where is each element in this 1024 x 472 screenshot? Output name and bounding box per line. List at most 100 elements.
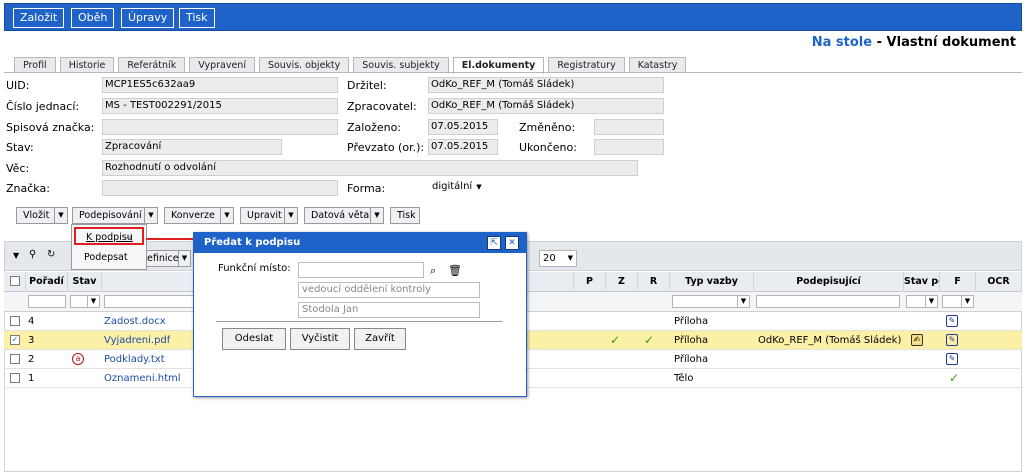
tab-historie[interactable]: Historie: [59, 57, 115, 73]
tab-divider: [4, 72, 1022, 73]
konverze-button[interactable]: Konverze ▼: [164, 207, 234, 224]
col-r[interactable]: R: [638, 272, 670, 292]
tab-souvis-objekty[interactable]: Souvis. objekty: [258, 57, 350, 73]
row-checkbox[interactable]: [10, 316, 20, 326]
vec-label: Věc:: [6, 162, 30, 175]
search-icon[interactable]: ⚲: [29, 249, 36, 260]
page-size-select[interactable]: 20 ▼: [539, 250, 577, 267]
close-icon[interactable]: ✕: [505, 236, 519, 250]
dropdown-arrow-icon[interactable]: ▼: [220, 208, 233, 223]
vlozit-button[interactable]: Vložit ▼: [16, 207, 68, 224]
check-icon: ✓: [644, 333, 655, 347]
ukonceno-label: Ukončeno:: [519, 141, 577, 154]
ukonceno-field: [594, 139, 664, 155]
chevron-down-icon: ▼: [925, 296, 937, 307]
dialog-title: Předat k podpisu: [194, 233, 526, 253]
row-poradi: 4: [28, 316, 35, 327]
select-all-checkbox[interactable]: [10, 276, 20, 286]
menu-item-podepsat[interactable]: Podepsat: [74, 249, 144, 267]
menu-item-k-podpisu[interactable]: K podpisu ☝: [74, 227, 144, 245]
znacka-field: [102, 180, 338, 196]
forma-select[interactable]: digitální ▼: [432, 180, 482, 194]
tisk-action-button[interactable]: Tisk: [390, 207, 420, 224]
col-poradi[interactable]: Pořadí: [26, 272, 68, 292]
trash-icon[interactable]: 🗑: [448, 264, 462, 277]
filter-poradi[interactable]: [28, 295, 66, 308]
row-nazev-link[interactable]: Zadost.docx: [104, 312, 166, 331]
edit-icon[interactable]: ✎: [946, 331, 958, 350]
col-stav-po[interactable]: Stav po: [904, 272, 940, 292]
filter-f[interactable]: ▼: [942, 295, 974, 308]
prevzato-label: Převzato (or.):: [347, 141, 425, 154]
row-typ-vazby: Příloha: [674, 354, 709, 365]
col-p[interactable]: P: [574, 272, 606, 292]
definice-button[interactable]: efinice ▼: [143, 250, 191, 267]
lookup-icon[interactable]: ⌕: [430, 264, 436, 278]
col-ocr[interactable]: OCR: [976, 272, 1022, 292]
tab-referatnik[interactable]: Referátník: [118, 57, 186, 73]
chevron-down-icon[interactable]: ▼: [13, 251, 19, 260]
main-toolbar: Založit Oběh Úpravy Tisk: [4, 3, 1022, 31]
col-podepisujici[interactable]: Podepisující: [754, 272, 904, 292]
upravit-label: Upravit: [247, 210, 282, 221]
row-nazev-link[interactable]: Podklady.txt: [104, 350, 165, 369]
dropdown-arrow-icon[interactable]: ▼: [54, 208, 67, 223]
row-poradi: 3: [28, 335, 35, 346]
popout-icon[interactable]: ⇱: [487, 236, 501, 250]
check-icon: ✓: [949, 371, 960, 385]
col-stav[interactable]: Stav: [68, 272, 102, 292]
refresh-icon[interactable]: ↻: [47, 249, 55, 260]
edit-icon[interactable]: ✎: [946, 350, 958, 369]
definice-label: efinice: [147, 253, 179, 264]
col-f[interactable]: F: [940, 272, 976, 292]
tab-profil[interactable]: Profil: [14, 57, 56, 73]
page-title-sep: -: [872, 35, 887, 50]
zavrit-button[interactable]: Zavřít: [354, 328, 406, 350]
callout-arrow: [146, 238, 198, 240]
row-checkbox[interactable]: [10, 373, 20, 383]
tab-bar: Profil Historie Referátník Vypravení Sou…: [14, 57, 690, 74]
row-poradi: 1: [28, 373, 35, 384]
tab-registratury[interactable]: Registratury: [548, 57, 625, 73]
tisk-action-label: Tisk: [397, 210, 416, 221]
row-checkbox[interactable]: [10, 354, 20, 364]
col-z[interactable]: Z: [606, 272, 638, 292]
tab-souvis-subjekty[interactable]: Souvis. subjekty: [353, 57, 449, 73]
funkcni-misto-input[interactable]: [298, 262, 424, 278]
tab-katastry[interactable]: Katastry: [628, 57, 687, 73]
stav-label: Stav:: [6, 141, 34, 154]
col-typ-vazby[interactable]: Typ vazby: [670, 272, 754, 292]
dropdown-arrow-icon[interactable]: ▼: [144, 208, 157, 223]
upravy-button[interactable]: Úpravy: [121, 8, 175, 28]
vycistit-button[interactable]: Vyčistit: [290, 328, 350, 350]
obeh-button[interactable]: Oběh: [71, 8, 115, 28]
cursor-hand-icon: ☝: [126, 232, 133, 245]
odeslat-button[interactable]: Odeslat: [222, 328, 286, 350]
row-typ-vazby: Tělo: [674, 373, 694, 384]
filter-nazev[interactable]: [104, 295, 194, 308]
edit-icon[interactable]: ✎: [946, 312, 958, 331]
datova-veta-button[interactable]: Datová věta ▼: [304, 207, 384, 224]
upravit-button[interactable]: Upravit ▼: [240, 207, 298, 224]
row-nazev-link[interactable]: Vyjadreni.pdf: [104, 331, 170, 350]
drzitel-label: Držitel:: [347, 79, 387, 92]
row-nazev-link[interactable]: Oznameni.html: [104, 369, 181, 388]
filter-stav[interactable]: ▼: [70, 295, 100, 308]
filter-stav-po[interactable]: ▼: [906, 295, 938, 308]
signature-icon[interactable]: ✍: [911, 331, 923, 350]
zpracovatel-label: Zpracovatel:: [347, 100, 417, 113]
predat-k-podpisu-dialog: Předat k podpisu ⇱ ✕ Funkční místo: ⌕ 🗑 …: [193, 232, 527, 397]
tab-vypraveni[interactable]: Vypravení: [189, 57, 255, 73]
dropdown-arrow-icon[interactable]: ▼: [178, 251, 190, 266]
podepisovani-button[interactable]: Podepisování ▼: [72, 207, 158, 224]
row-typ-vazby: Příloha: [674, 316, 709, 327]
filter-typ-vazby[interactable]: ▼: [672, 295, 750, 308]
row-checkbox[interactable]: ✓: [10, 335, 20, 345]
select-all-cell: [4, 272, 26, 292]
filter-podepisujici[interactable]: [756, 295, 900, 308]
dropdown-arrow-icon[interactable]: ▼: [284, 208, 297, 223]
spisova-znacka-field: [102, 119, 338, 135]
dropdown-arrow-icon[interactable]: ▼: [370, 208, 383, 223]
tisk-button[interactable]: Tisk: [179, 8, 215, 28]
zalozit-button[interactable]: Založit: [13, 8, 65, 28]
